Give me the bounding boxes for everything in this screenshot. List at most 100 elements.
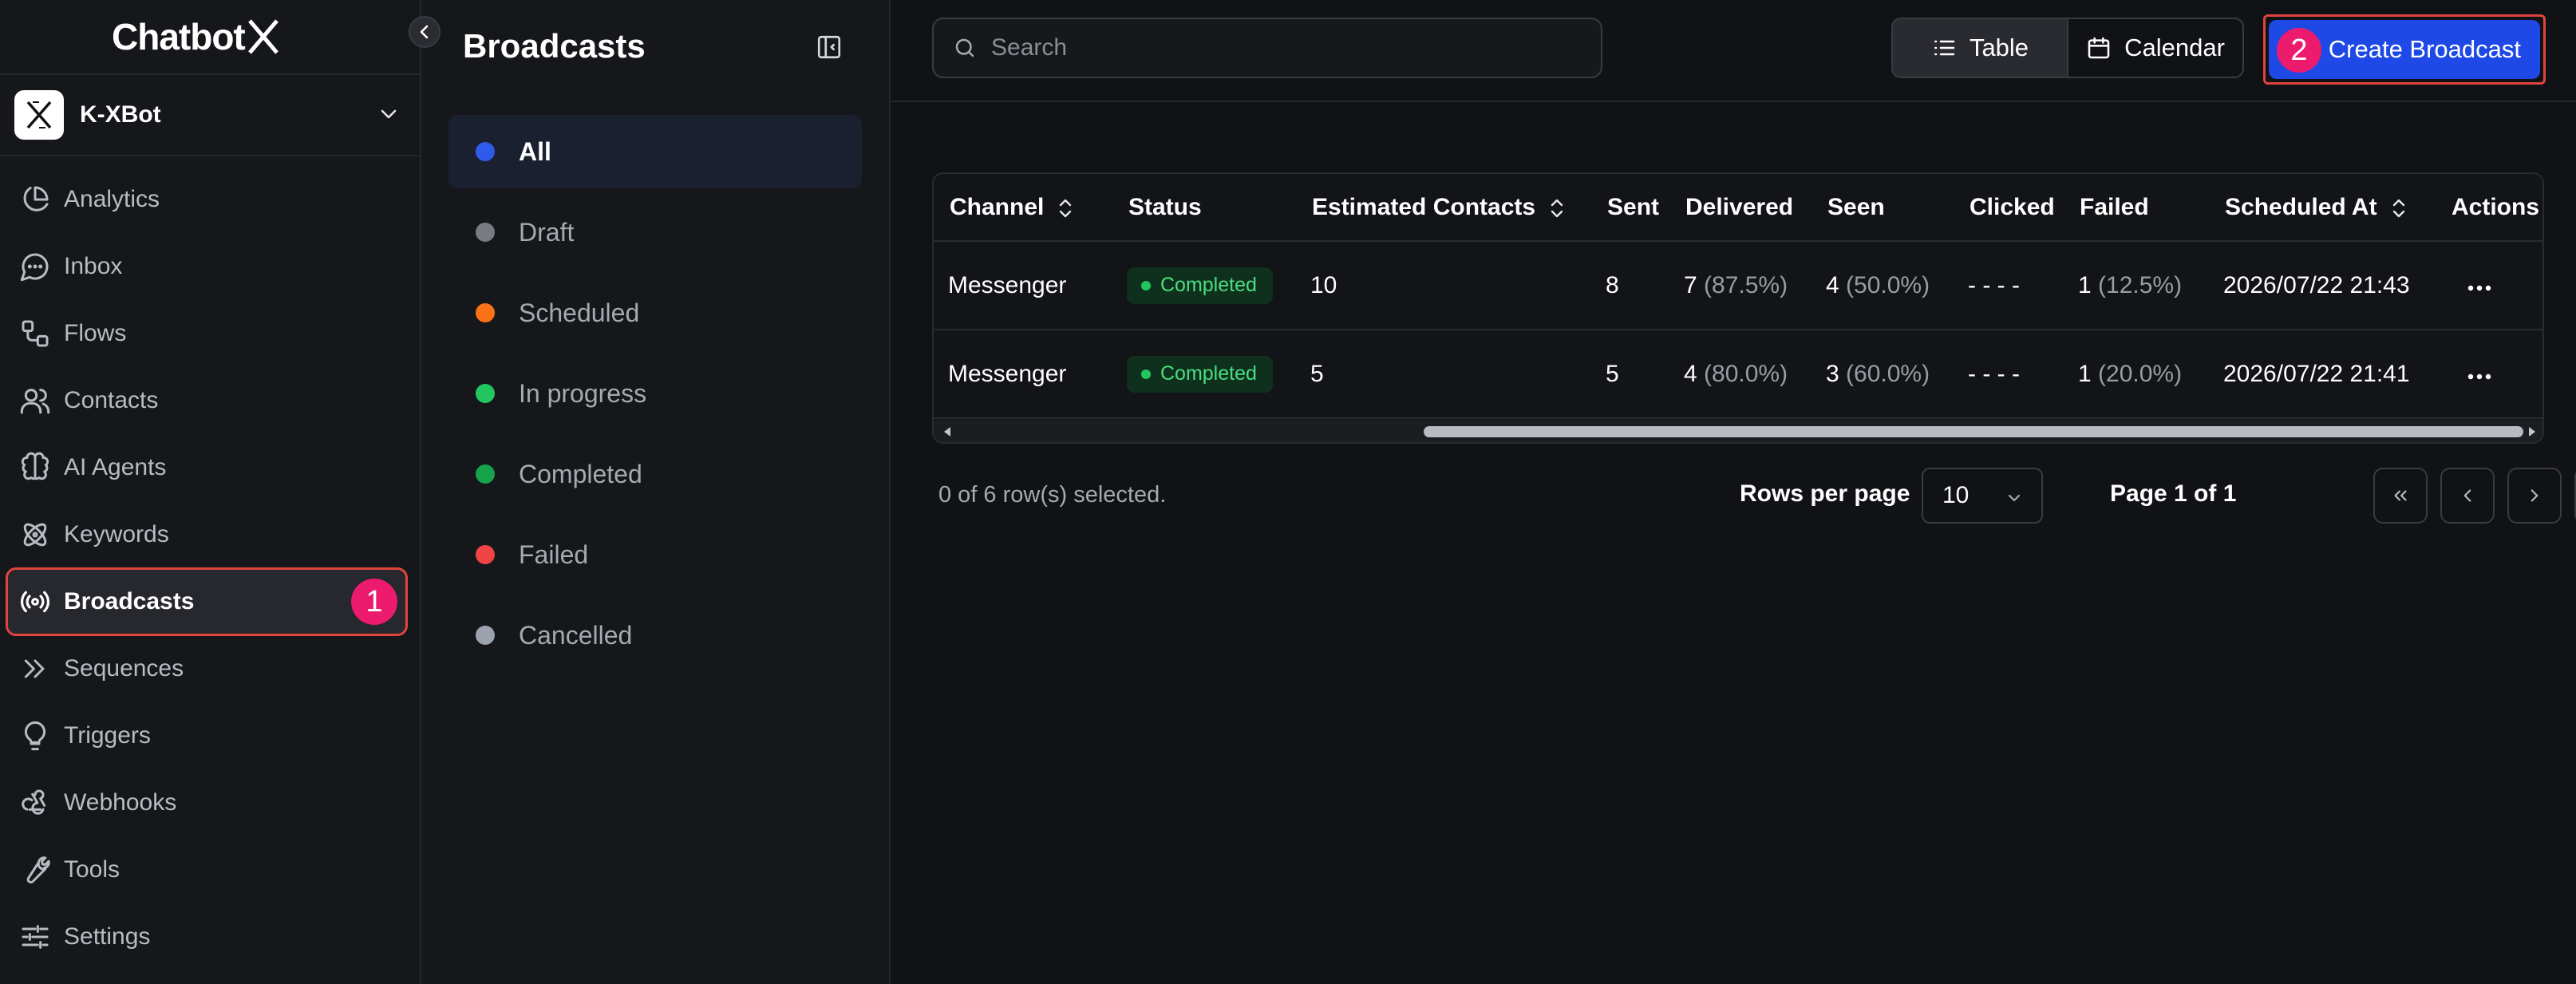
workspace-avatar [14, 90, 64, 140]
table-view-label: Table [1969, 34, 2029, 61]
column-header-failed: Failed [2064, 174, 2209, 242]
column-header-status: Status [1112, 174, 1296, 242]
cell-estimated-contacts: 10 [1296, 241, 1591, 330]
column-header-sent: Sent [1591, 174, 1669, 242]
status-filter-scheduled[interactable]: Scheduled [448, 276, 862, 350]
nav-label: Triggers [64, 722, 151, 749]
status-filter-in-progress[interactable]: In progress [448, 357, 862, 430]
nav-item-triggers[interactable]: Triggers [8, 704, 405, 768]
broadcast-icon [20, 591, 50, 613]
status-label: Failed [519, 539, 589, 569]
scroll-left-arrow-icon[interactable] [942, 426, 953, 437]
nav-label: Webhooks [64, 789, 177, 816]
status-label: Completed [519, 459, 642, 488]
cell-sent: 5 [1591, 330, 1669, 419]
column-header-estimated-contacts[interactable]: Estimated Contacts [1296, 174, 1591, 242]
cell-clicked: - - - - [1954, 330, 2064, 419]
cell-scheduled-at: 2026/07/22 21:43 [2209, 241, 2436, 330]
horizontal-scrollbar[interactable] [934, 420, 2542, 442]
page-indicator: Page 1 of 1 [2110, 480, 2237, 507]
collapse-sidebar-button[interactable] [409, 16, 441, 48]
cell-actions [2436, 241, 2542, 330]
previous-page-button[interactable] [2440, 468, 2495, 524]
status-filter-all[interactable]: All [448, 115, 862, 188]
sliders-icon [22, 925, 49, 949]
create-broadcast-button[interactable]: 2 Create Broadcast [2269, 20, 2540, 79]
more-horizontal-icon[interactable] [2466, 372, 2493, 381]
cell-status: Completed [1112, 330, 1296, 419]
nav-item-flows[interactable]: Flows [8, 302, 405, 366]
create-broadcast-label: Create Broadcast [2328, 35, 2521, 63]
cell-seen: 4 (50.0%) [1811, 241, 1954, 330]
workflow-icon [22, 320, 49, 347]
status-label: In progress [519, 378, 647, 408]
table-view-button[interactable]: Table [1893, 19, 2068, 77]
nav-item-broadcasts[interactable]: Broadcasts 1 [6, 567, 408, 636]
scroll-right-arrow-icon[interactable] [2527, 426, 2538, 437]
table-row[interactable]: Messenger Completed 10 8 7 (87.5%) 4 (50… [934, 241, 2542, 330]
panel-collapse-icon[interactable] [816, 34, 843, 61]
status-filter-failed[interactable]: Failed [448, 518, 862, 591]
table-header-row: Channel Status Estimated Contacts Sent D… [934, 174, 2542, 242]
chevron-left-icon [420, 25, 429, 39]
status-badge: Completed [1127, 267, 1273, 304]
workspace-switcher[interactable]: K-XBot [0, 73, 420, 156]
broadcast-status-panel: Broadcasts All Draft Scheduled In progre… [421, 0, 891, 984]
list-icon [1934, 40, 1955, 56]
search-input[interactable] [991, 34, 1582, 61]
lightbulb-icon [24, 721, 46, 751]
app-logo[interactable]: Chatbot [112, 13, 280, 61]
status-dot [476, 223, 495, 242]
cell-scheduled-at: 2026/07/22 21:41 [2209, 330, 2436, 419]
column-header-clicked: Clicked [1954, 174, 2064, 242]
more-horizontal-icon[interactable] [2466, 283, 2493, 293]
calendar-view-button[interactable]: Calendar [2068, 19, 2242, 77]
chevron-down-icon [2008, 494, 2021, 502]
scrollbar-thumb[interactable] [1424, 426, 2523, 437]
chat-bubble-icon [20, 253, 49, 282]
column-header-scheduled-at[interactable]: Scheduled At [2209, 174, 2436, 242]
rows-per-page-select[interactable]: 10 [1922, 468, 2043, 524]
nav-item-tools[interactable]: Tools [8, 838, 405, 902]
table-row[interactable]: Messenger Completed 5 5 4 (80.0%) 3 (60.… [934, 330, 2542, 419]
users-icon [20, 389, 50, 414]
nav-label: Analytics [64, 186, 160, 212]
wrench-icon [26, 856, 50, 884]
nav-item-keywords[interactable]: Keywords [8, 503, 405, 567]
status-filter-completed[interactable]: Completed [448, 437, 862, 511]
brain-icon [21, 452, 49, 480]
atom-icon [23, 523, 47, 547]
column-header-channel[interactable]: Channel [934, 174, 1112, 242]
nav-label: Settings [64, 923, 151, 950]
nav-item-webhooks[interactable]: Webhooks [8, 771, 405, 835]
cell-delivered: 4 (80.0%) [1669, 330, 1811, 419]
table-pagination: 0 of 6 row(s) selected. Rows per page 10… [938, 463, 2576, 527]
main-nav: Analytics Inbox Flows Contacts AI Agents… [6, 168, 408, 972]
status-filter-draft[interactable]: Draft [448, 196, 862, 269]
status-badge: Completed [1127, 355, 1273, 393]
nav-item-sequences[interactable]: Sequences [8, 637, 405, 701]
rows-per-page-label: Rows per page [1740, 480, 1910, 507]
first-page-button[interactable] [2373, 468, 2428, 524]
panel-title: Broadcasts [463, 27, 646, 65]
status-label: All [519, 136, 551, 166]
nav-label: Tools [64, 856, 121, 883]
cell-channel: Messenger [934, 241, 1112, 330]
nav-item-settings[interactable]: Settings [8, 905, 405, 969]
sort-icon [2392, 199, 2404, 217]
search-box[interactable] [932, 18, 1602, 78]
cell-seen: 3 (60.0%) [1811, 330, 1954, 419]
calendar-view-label: Calendar [2124, 34, 2225, 61]
nav-label: Sequences [64, 655, 184, 682]
nav-item-ai-agents[interactable]: AI Agents [8, 436, 405, 500]
nav-item-analytics[interactable]: Analytics [8, 168, 405, 231]
cell-failed: 1 (12.5%) [2064, 241, 2209, 330]
status-filter-cancelled[interactable]: Cancelled [448, 599, 862, 672]
nav-item-contacts[interactable]: Contacts [8, 369, 405, 433]
next-page-button[interactable] [2507, 468, 2562, 524]
sort-icon [1551, 199, 1563, 217]
nav-item-inbox[interactable]: Inbox [8, 235, 405, 298]
nav-label: Inbox [64, 253, 123, 279]
step-badge-2: 2 [2277, 28, 2321, 73]
cell-actions [2436, 330, 2542, 419]
